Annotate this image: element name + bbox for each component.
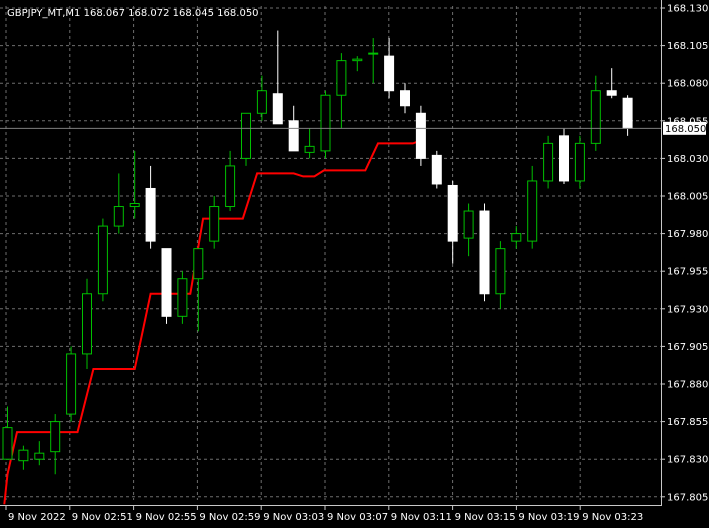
candle-body bbox=[66, 353, 77, 415]
candle-body bbox=[97, 225, 108, 295]
y-tick-label: 168.005 bbox=[667, 192, 708, 203]
candle-body bbox=[241, 112, 251, 159]
candle-body bbox=[400, 90, 410, 107]
candle-body bbox=[590, 90, 601, 144]
x-tick-label: 9 Nov 02:51 bbox=[72, 512, 133, 523]
x-tick-label: 9 Nov 03:19 bbox=[518, 512, 579, 523]
candle-body bbox=[288, 120, 299, 152]
candle bbox=[415, 105, 426, 166]
y-tick-label: 167.855 bbox=[667, 417, 708, 428]
candle-body bbox=[543, 142, 554, 182]
y-tick-label: 167.880 bbox=[667, 380, 708, 391]
candle-body bbox=[209, 206, 220, 242]
current-price-label: 168.050 bbox=[665, 124, 706, 135]
y-tick-label: 168.080 bbox=[667, 79, 708, 90]
candle-body bbox=[559, 135, 569, 182]
y-tick-label: 167.905 bbox=[667, 342, 708, 353]
candle bbox=[66, 346, 77, 422]
x-tick-label: 9 Nov 03:07 bbox=[327, 512, 388, 523]
x-tick-label: 9 Nov 2022 bbox=[8, 512, 66, 523]
candle-body bbox=[606, 90, 617, 96]
candle-body bbox=[256, 90, 267, 114]
y-tick-label: 167.955 bbox=[667, 267, 708, 278]
candle-body bbox=[479, 210, 490, 295]
x-tick-label: 9 Nov 03:03 bbox=[263, 512, 324, 523]
candle-body bbox=[193, 248, 204, 280]
candle-body bbox=[447, 184, 458, 242]
y-tick-label: 168.105 bbox=[667, 41, 708, 52]
candle bbox=[479, 203, 490, 302]
candle-body bbox=[50, 421, 61, 453]
candle-body bbox=[18, 449, 29, 462]
price-chart[interactable]: 168.130168.105168.080168.055168.030168.0… bbox=[0, 0, 709, 528]
y-tick-label: 167.980 bbox=[667, 229, 708, 240]
y-tick-label: 168.030 bbox=[667, 154, 708, 165]
candle-body bbox=[495, 248, 506, 295]
candle bbox=[161, 248, 172, 324]
candle-body bbox=[527, 180, 538, 242]
candle bbox=[559, 128, 569, 184]
candle-body bbox=[320, 94, 331, 152]
candle-body bbox=[34, 452, 45, 460]
x-tick-label: 9 Nov 03:15 bbox=[455, 512, 516, 523]
y-tick-label: 168.130 bbox=[667, 4, 708, 15]
x-tick-label: 9 Nov 03:11 bbox=[391, 512, 452, 523]
candle-body bbox=[368, 52, 379, 55]
candle bbox=[320, 90, 331, 159]
candle-body bbox=[574, 142, 585, 182]
candle-body bbox=[2, 427, 13, 460]
candle bbox=[431, 150, 442, 189]
chart-header: GBPJPY_MT,M1 168.067 168.072 168.045 168… bbox=[7, 8, 259, 19]
candle-body bbox=[145, 187, 156, 242]
candle-body bbox=[431, 154, 442, 185]
candle-body bbox=[336, 60, 347, 96]
candle-body bbox=[225, 165, 236, 208]
candle-body bbox=[129, 203, 140, 208]
candle bbox=[177, 271, 188, 324]
y-tick-label: 167.830 bbox=[667, 455, 708, 466]
current-price-box: 168.050 bbox=[663, 121, 706, 135]
y-tick-label: 167.805 bbox=[667, 492, 708, 503]
candle-body bbox=[352, 58, 363, 62]
x-tick-label: 9 Nov 03:23 bbox=[582, 512, 643, 523]
candle-body bbox=[272, 93, 283, 125]
candle-body bbox=[622, 97, 633, 129]
candle-body bbox=[304, 145, 315, 153]
candle bbox=[241, 112, 251, 166]
x-tick-label: 9 Nov 02:55 bbox=[136, 512, 197, 523]
candle-body bbox=[511, 233, 522, 242]
x-tick-label: 9 Nov 02:59 bbox=[199, 512, 260, 523]
candle bbox=[574, 135, 585, 189]
candle-body bbox=[463, 210, 474, 239]
candle-body bbox=[415, 112, 426, 159]
candle bbox=[543, 135, 554, 189]
candle-body bbox=[113, 206, 124, 227]
candle-body bbox=[384, 55, 395, 92]
y-tick-label: 167.930 bbox=[667, 304, 708, 315]
candle-body bbox=[82, 293, 92, 355]
candle-body bbox=[177, 278, 188, 317]
candle-body bbox=[161, 248, 172, 317]
candle bbox=[97, 218, 108, 302]
